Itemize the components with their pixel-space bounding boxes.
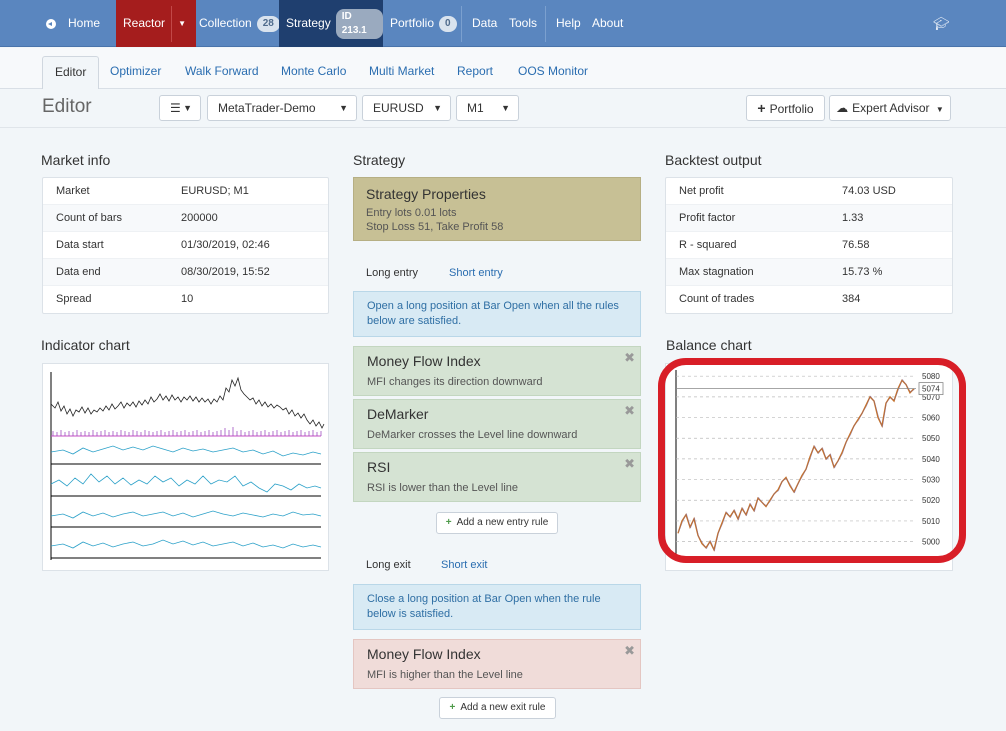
table-row: Profit factor 1.33 — [666, 205, 952, 232]
y-tick-label: 5080 — [922, 372, 940, 381]
nav-help[interactable]: Help — [556, 0, 581, 47]
strategy-id-badge: ID 213.1 — [335, 8, 383, 39]
symbol-select[interactable]: EURUSD ▼ — [362, 95, 451, 121]
period-select[interactable]: M1 ▼ — [456, 95, 519, 121]
plus-icon: + — [445, 517, 452, 528]
tab-multi-market[interactable]: Multi Market — [369, 56, 434, 89]
balance-series-line-secondary — [678, 378, 915, 552]
editor-toolbar: Editor ☰ ▼ MetaTrader-Demo ▼ EURUSD ▼ M1 ▼ +… — [0, 89, 1006, 128]
graduation-cap-icon[interactable]: 🎓︎ — [933, 0, 950, 47]
chevron-down-icon: ▼ — [501, 103, 510, 113]
balance-chart-title: Balance chart — [666, 337, 752, 353]
nav-tools[interactable]: Tools — [509, 0, 537, 47]
plus-icon: + — [449, 702, 456, 713]
collection-count-badge: 28 — [256, 15, 280, 32]
nav-reactor[interactable]: Reactor ▼ — [116, 0, 196, 47]
nav-about[interactable]: About — [592, 0, 623, 47]
add-to-portfolio-button[interactable]: + Portfolio — [746, 95, 825, 121]
page-title: Editor — [42, 96, 92, 117]
home-icon — [46, 18, 56, 29]
entry-info-box: Open a long position at Bar Open when al… — [353, 291, 641, 337]
indicator-chart-svg — [50, 372, 325, 560]
indicator-chart[interactable] — [42, 363, 329, 571]
table-row: R - squared 76.58 — [666, 232, 952, 259]
current-balance-label: 5074 — [922, 385, 940, 394]
y-tick-label: 5020 — [922, 496, 940, 505]
tab-walk-forward[interactable]: Walk Forward — [185, 56, 259, 89]
strategy-properties-card[interactable]: Strategy Properties Entry lots 0.01 lots… — [353, 177, 641, 241]
y-tick-label: 5040 — [922, 455, 940, 464]
price-series — [50, 376, 325, 429]
tab-oos-monitor[interactable]: OOS Monitor — [518, 56, 588, 89]
exit-rule-card[interactable]: Money Flow Index MFI is higher than the … — [353, 639, 641, 689]
market-info-title: Market info — [41, 152, 111, 168]
exit-info-box: Close a long position at Bar Open when t… — [353, 584, 641, 630]
entry-rule-card[interactable]: DeMarker DeMarker crosses the Level line… — [353, 399, 641, 449]
balance-chart[interactable]: 5080 5070 5060 5050 5040 5030 5020 5010 5000 5074 — [665, 363, 953, 571]
server-select[interactable]: MetaTrader-Demo ▼ — [207, 95, 357, 121]
menu-icon: ☰ — [170, 101, 181, 115]
tab-editor[interactable]: Editor — [42, 56, 100, 89]
balance-series-line — [677, 379, 915, 552]
table-row: Data start 01/30/2019, 02:46 — [43, 232, 328, 259]
remove-icon[interactable]: ✖ — [624, 350, 635, 366]
y-tick-label: 5030 — [922, 476, 940, 485]
remove-icon[interactable]: ✖ — [624, 643, 635, 659]
tab-optimizer[interactable]: Optimizer — [110, 56, 161, 89]
table-row: Max stagnation 15.73 % — [666, 259, 952, 286]
entry-rule-card[interactable]: Money Flow Index MFI changes its directi… — [353, 346, 641, 396]
y-tick-label: 5050 — [922, 434, 940, 443]
y-tick-label: 5010 — [922, 517, 940, 526]
chevron-down-icon: ▼ — [178, 19, 186, 28]
nav-collection[interactable]: Collection 28 — [199, 0, 280, 47]
strategy-title: Strategy — [353, 152, 406, 168]
tab-long-exit[interactable]: Long exit — [366, 559, 411, 571]
y-tick-label: 5060 — [922, 414, 940, 423]
balance-chart-svg: 5080507050605050504050305020501050005074 — [675, 370, 944, 554]
tab-monte-carlo[interactable]: Monte Carlo — [281, 56, 346, 89]
expert-advisor-button[interactable]: ☁ Expert Advisor ▼ — [829, 95, 951, 121]
table-row: Data end 08/30/2019, 15:52 — [43, 259, 328, 286]
nav-strategy[interactable]: Strategy ID 213.1 — [279, 0, 383, 47]
tab-short-exit[interactable]: Short exit — [441, 559, 487, 571]
tab-long-entry[interactable]: Long entry — [366, 267, 418, 279]
table-row: Market EURUSD; M1 — [43, 178, 328, 205]
nav-portfolio[interactable]: Portfolio 0 — [390, 0, 457, 47]
y-tick-label: 5000 — [922, 538, 940, 547]
table-row: Count of bars 200000 — [43, 205, 328, 232]
add-entry-rule-button[interactable]: + Add a new entry rule — [436, 512, 558, 534]
volume-bars — [52, 427, 322, 436]
nav-home[interactable]: Home — [46, 0, 100, 47]
chevron-down-icon: ▼ — [339, 103, 348, 113]
table-row: Spread 10 — [56, 293, 194, 305]
tab-report[interactable]: Report — [457, 56, 493, 89]
indicator-chart-title: Indicator chart — [41, 337, 130, 353]
chevron-down-icon: ▼ — [935, 105, 944, 114]
backtest-output-table: Net profit 74.03 USD Profit factor 1.33 R … — [665, 177, 953, 314]
add-exit-rule-button[interactable]: + Add a new exit rule — [439, 697, 556, 719]
portfolio-count-badge: 0 — [439, 15, 457, 32]
top-navbar: Home Reactor ▼ Collection 28 Strategy ID… — [0, 0, 1006, 47]
plus-icon: + — [757, 100, 766, 116]
table-row: Count of trades 384 — [679, 293, 861, 305]
tab-short-entry[interactable]: Short entry — [449, 267, 503, 279]
nav-data[interactable]: Data — [472, 0, 497, 47]
market-info-table: Market EURUSD; M1 Count of bars 200000 Dat… — [42, 177, 329, 314]
menu-dropdown-button[interactable]: ☰ ▼ — [159, 95, 201, 121]
backtest-output-title: Backtest output — [665, 152, 762, 168]
table-row: Net profit 74.03 USD — [666, 178, 952, 205]
sub-navbar: Editor Optimizer Walk Forward Monte Carl… — [0, 48, 1006, 89]
entry-rule-card[interactable]: RSI RSI is lower than the Level line ✖ — [353, 452, 641, 502]
remove-icon[interactable]: ✖ — [624, 456, 635, 472]
remove-icon[interactable]: ✖ — [624, 403, 635, 419]
cloud-download-icon: ☁ — [836, 101, 849, 115]
chevron-down-icon: ▼ — [433, 103, 442, 113]
